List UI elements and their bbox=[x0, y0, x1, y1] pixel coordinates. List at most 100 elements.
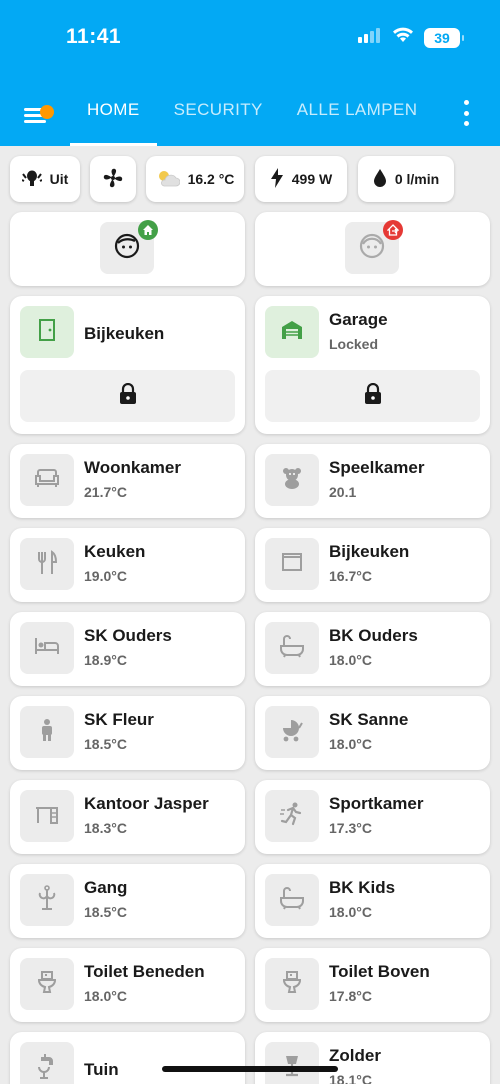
room-name: Gang bbox=[84, 878, 128, 897]
room-name: Toilet Beneden bbox=[84, 962, 205, 981]
room-card[interactable]: Woonkamer 21.7°C bbox=[10, 444, 245, 518]
room-temperature: 16.7°C bbox=[329, 568, 372, 584]
room-card[interactable]: BK Ouders 18.0°C bbox=[255, 612, 490, 686]
room-card[interactable]: SK Ouders 18.9°C bbox=[10, 612, 245, 686]
room-icon-box bbox=[20, 958, 74, 1010]
room-temperature: 21.7°C bbox=[84, 484, 127, 500]
water-drop-icon bbox=[373, 168, 387, 191]
room-card[interactable]: Tuin bbox=[10, 1032, 245, 1084]
notification-dot bbox=[40, 105, 54, 119]
room-temperature: 18.3°C bbox=[84, 820, 127, 836]
lock-button[interactable] bbox=[20, 370, 235, 422]
more-options-button[interactable] bbox=[460, 100, 472, 126]
tab-alle-lampen[interactable]: ALLE LAMPEN bbox=[280, 86, 435, 146]
room-card[interactable]: Kantoor Jasper 18.3°C bbox=[10, 780, 245, 854]
room-icon-box bbox=[20, 1042, 74, 1084]
room-name: Speelkamer bbox=[329, 458, 425, 477]
baby-carriage-icon bbox=[279, 718, 305, 747]
lock-button[interactable] bbox=[265, 370, 480, 422]
status-time: 11:41 bbox=[66, 25, 122, 48]
room-name: SK Ouders bbox=[84, 626, 172, 645]
room-card[interactable]: SK Sanne 18.0°C bbox=[255, 696, 490, 770]
more-vert-dot bbox=[463, 121, 469, 126]
away-badge-icon bbox=[383, 220, 403, 240]
room-temperature: 18.1°C bbox=[329, 1072, 372, 1084]
person-face-icon bbox=[114, 233, 140, 264]
room-name: Sportkamer bbox=[329, 794, 424, 813]
room-icon-box bbox=[20, 538, 74, 590]
room-temperature: 18.5°C bbox=[84, 736, 127, 752]
door-icon bbox=[38, 318, 56, 346]
door-name: Bijkeuken bbox=[84, 324, 165, 343]
person-card[interactable] bbox=[10, 212, 245, 286]
room-name: BK Ouders bbox=[329, 626, 418, 645]
room-temperature: 19.0°C bbox=[84, 568, 127, 584]
room-name: Keuken bbox=[84, 542, 146, 561]
chip-weather[interactable]: 16.2 °C bbox=[146, 156, 244, 202]
chip-fan[interactable] bbox=[90, 156, 136, 202]
room-icon-box bbox=[20, 706, 74, 758]
room-card[interactable]: Toilet Boven 17.8°C bbox=[255, 948, 490, 1022]
room-name: Zolder bbox=[329, 1046, 381, 1065]
room-temperature: 17.8°C bbox=[329, 988, 372, 1004]
cellular-signal-icon bbox=[358, 27, 382, 48]
room-card[interactable]: Keuken 19.0°C bbox=[10, 528, 245, 602]
room-temperature: 18.9°C bbox=[84, 652, 127, 668]
teddy-bear-icon bbox=[280, 466, 304, 495]
room-card[interactable]: Toilet Beneden 18.0°C bbox=[10, 948, 245, 1022]
bathtub-icon bbox=[279, 886, 305, 915]
home-indicator[interactable] bbox=[162, 1066, 338, 1072]
room-card[interactable]: Speelkamer 20.1 bbox=[255, 444, 490, 518]
tab-home[interactable]: HOME bbox=[70, 86, 157, 146]
bed-icon bbox=[34, 637, 60, 660]
menu-button[interactable] bbox=[20, 98, 54, 128]
lightning-bolt-icon bbox=[270, 167, 284, 191]
room-icon-box bbox=[265, 538, 319, 590]
room-name: Bijkeuken bbox=[329, 542, 410, 561]
room-name: BK Kids bbox=[329, 878, 396, 897]
door-card-garage[interactable]: Garage Locked bbox=[255, 296, 490, 434]
room-name: Toilet Boven bbox=[329, 962, 430, 981]
room-icon-box bbox=[265, 958, 319, 1010]
room-icon-box bbox=[20, 454, 74, 506]
air-conditioner-icon bbox=[21, 169, 43, 190]
room-card[interactable]: Bijkeuken 16.7°C bbox=[255, 528, 490, 602]
chip-airco[interactable]: Uit bbox=[10, 156, 80, 202]
status-icons: 39 bbox=[358, 27, 464, 48]
room-card[interactable]: Gang 18.5°C bbox=[10, 864, 245, 938]
tab-bar: HOME SECURITY ALLE LAMPEN bbox=[70, 86, 434, 146]
door-card-bijkeuken[interactable]: Bijkeuken bbox=[10, 296, 245, 434]
wifi-icon bbox=[392, 27, 414, 48]
garage-icon-box bbox=[265, 306, 319, 358]
chip-power[interactable]: 499 W bbox=[255, 156, 347, 202]
toilet-icon bbox=[281, 970, 303, 999]
desk-icon bbox=[34, 804, 60, 829]
lock-icon bbox=[364, 382, 382, 410]
room-icon-box bbox=[265, 1042, 319, 1084]
fan-icon bbox=[102, 167, 124, 192]
person-card[interactable] bbox=[255, 212, 490, 286]
window-icon bbox=[281, 552, 303, 577]
sofa-icon bbox=[34, 468, 60, 493]
hamburger-icon-line bbox=[24, 120, 46, 123]
bathtub-icon bbox=[279, 634, 305, 663]
lock-icon bbox=[119, 382, 137, 410]
room-card[interactable]: SK Fleur 18.5°C bbox=[10, 696, 245, 770]
tab-security[interactable]: SECURITY bbox=[157, 86, 280, 146]
room-card[interactable]: Sportkamer 17.3°C bbox=[255, 780, 490, 854]
room-temperature: 18.0°C bbox=[329, 652, 372, 668]
room-card[interactable]: BK Kids 18.0°C bbox=[255, 864, 490, 938]
room-icon-box bbox=[265, 622, 319, 674]
room-icon-box bbox=[265, 454, 319, 506]
watering-tap-icon bbox=[35, 1053, 59, 1084]
home-badge-icon bbox=[138, 220, 158, 240]
more-vert-dot bbox=[463, 110, 469, 116]
app-header: 11:41 39 HOME SECURITY ALLE LAMPEN bbox=[0, 0, 500, 146]
room-temperature: 18.0°C bbox=[329, 904, 372, 920]
room-card[interactable]: Zolder 18.1°C bbox=[255, 1032, 490, 1084]
door-state: Locked bbox=[329, 336, 379, 352]
chip-water[interactable]: 0 l/min bbox=[358, 156, 454, 202]
chip-airco-label: Uit bbox=[49, 171, 69, 187]
chip-power-label: 499 W bbox=[291, 171, 333, 187]
room-temperature: 17.3°C bbox=[329, 820, 372, 836]
